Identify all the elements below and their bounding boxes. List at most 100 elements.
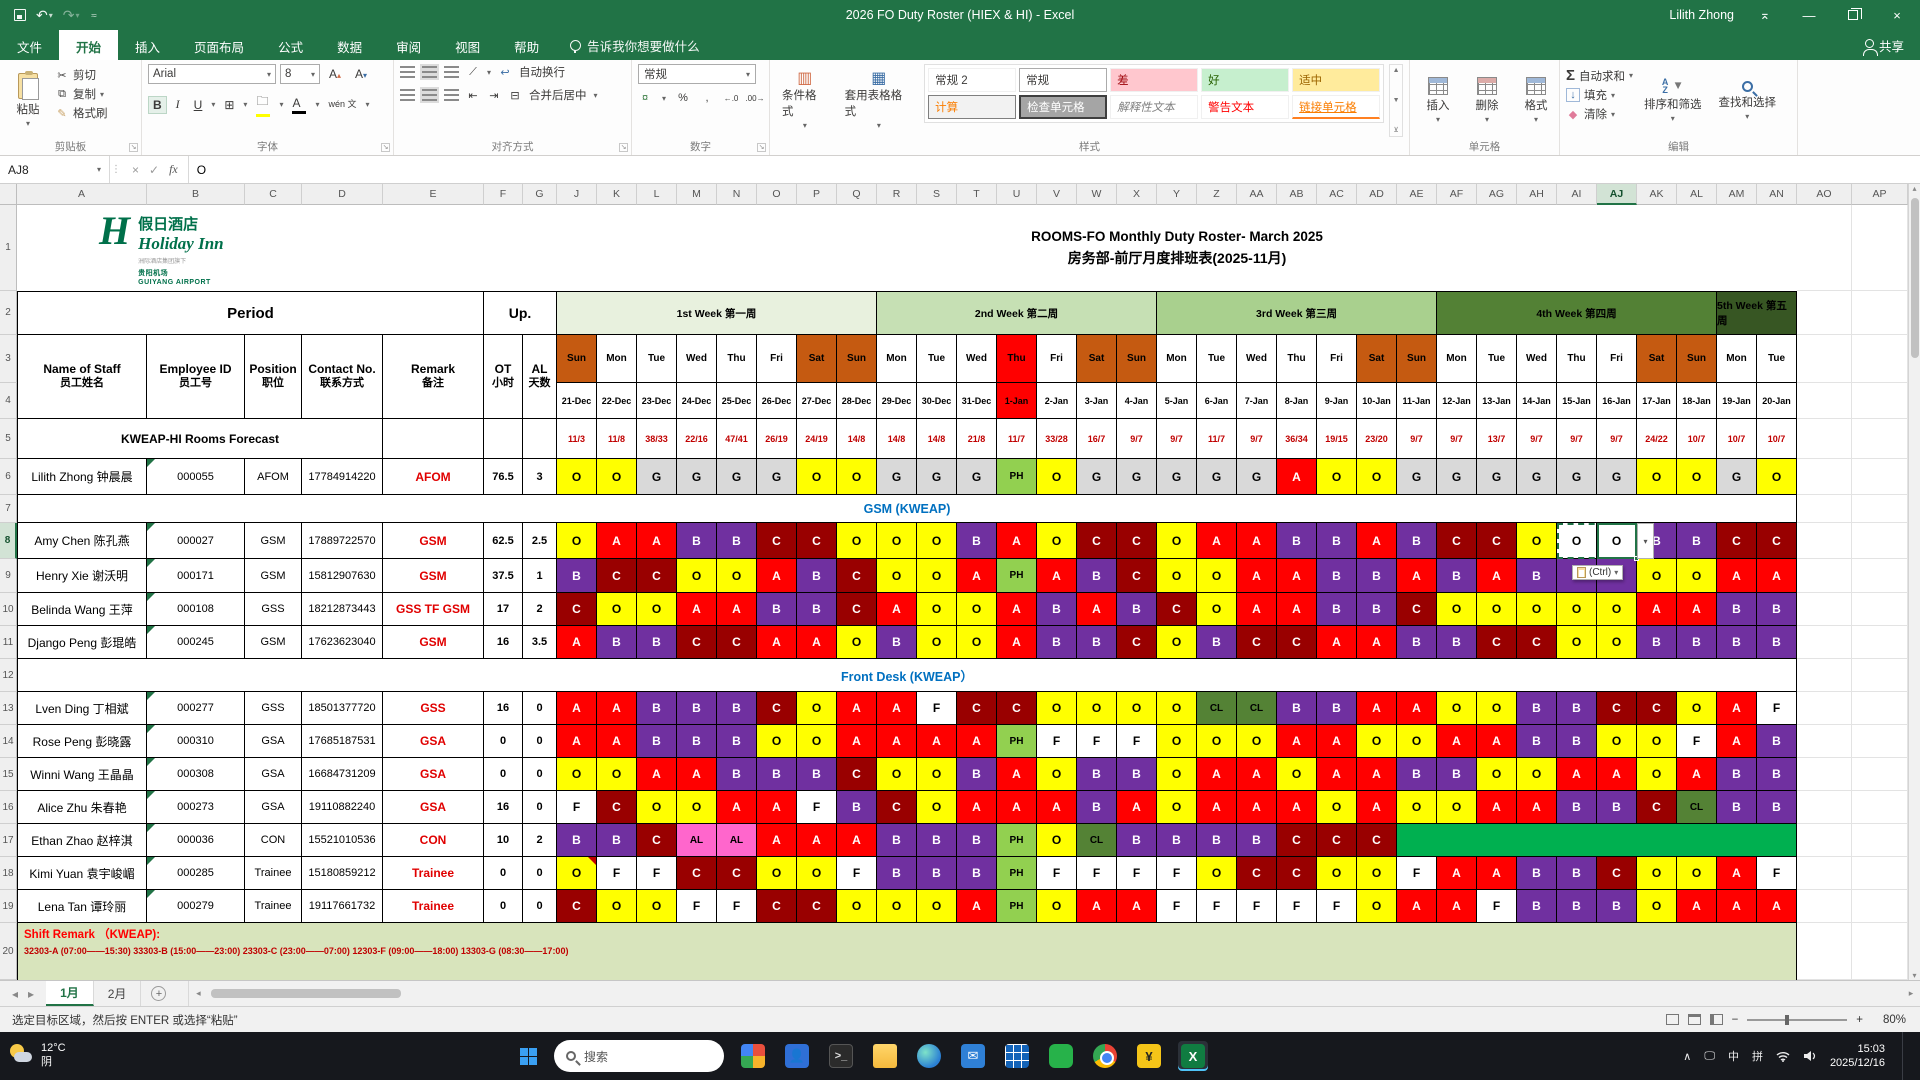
shift-cell[interactable]: O	[1037, 890, 1077, 923]
shift-cell[interactable]: B	[1717, 626, 1757, 659]
shift-cell[interactable]: A	[877, 692, 917, 725]
shift-cell[interactable]: O	[1157, 758, 1197, 791]
cell[interactable]	[1797, 523, 1852, 559]
tray-display-icon[interactable]: 🖵	[1704, 1050, 1715, 1063]
employee-id-cell[interactable]: 000055	[147, 459, 245, 495]
shift-cell[interactable]: O	[677, 791, 717, 824]
shift-cell[interactable]: G	[1157, 459, 1197, 495]
employee-id-cell[interactable]: 000273	[147, 791, 245, 824]
col-header-AM[interactable]: AM	[1717, 184, 1757, 205]
shift-cell[interactable]: PH	[997, 459, 1037, 495]
shift-cell[interactable]: B	[1077, 791, 1117, 824]
shift-cell[interactable]: O	[1637, 890, 1677, 923]
row-header-19[interactable]: 19	[0, 890, 17, 923]
shift-cell[interactable]: O	[1557, 593, 1597, 626]
shift-cell[interactable]: O	[917, 523, 957, 559]
format-cells-button[interactable]: 格式▾	[1514, 64, 1558, 137]
contact-cell[interactable]: 18212873443	[302, 593, 383, 626]
shift-cell[interactable]: C	[597, 559, 637, 593]
page-break-view-icon[interactable]	[1710, 1014, 1723, 1025]
shift-cell[interactable]: O	[1157, 692, 1197, 725]
shift-cell[interactable]: O	[1317, 857, 1357, 890]
paste-button[interactable]: 粘贴▾	[6, 64, 50, 137]
shift-cell[interactable]: B	[1757, 791, 1797, 824]
align-bottom-icon[interactable]	[444, 66, 459, 78]
shift-cell[interactable]: F	[1237, 890, 1277, 923]
employee-id-cell[interactable]: 000171	[147, 559, 245, 593]
cell[interactable]	[1852, 890, 1908, 923]
cell[interactable]	[1852, 495, 1908, 523]
staff-name-cell[interactable]: Django Peng 彭琨皓	[17, 626, 147, 659]
shift-cell[interactable]: O	[1157, 725, 1197, 758]
shift-cell[interactable]: C	[1637, 692, 1677, 725]
shift-cell[interactable]: A	[1237, 593, 1277, 626]
cell[interactable]	[1797, 419, 1852, 459]
shift-cell[interactable]: C	[1597, 692, 1637, 725]
al-cell[interactable]: 0	[523, 692, 557, 725]
shift-cell[interactable]: O	[1637, 758, 1677, 791]
shift-cell[interactable]: O	[957, 593, 997, 626]
shift-cell[interactable]: G	[1197, 459, 1237, 495]
shift-cell[interactable]: G	[1557, 459, 1597, 495]
tray-language-icon[interactable]: 中	[1728, 1048, 1739, 1064]
style-normal[interactable]: 常规	[1019, 68, 1107, 92]
shift-cell[interactable]: A	[1637, 593, 1677, 626]
al-cell[interactable]: 0	[523, 725, 557, 758]
tab-page-layout[interactable]: 页面布局	[177, 30, 261, 60]
cell[interactable]	[1797, 559, 1852, 593]
col-header-AN[interactable]: AN	[1757, 184, 1797, 205]
col-header-W[interactable]: W	[1077, 184, 1117, 205]
shift-cell[interactable]: O	[597, 593, 637, 626]
contacts-icon[interactable]: 👤	[782, 1041, 812, 1071]
shift-cell[interactable]: F	[1077, 857, 1117, 890]
cell[interactable]	[1852, 559, 1908, 593]
cell[interactable]	[1797, 495, 1852, 523]
col-header-O[interactable]: O	[757, 184, 797, 205]
shift-cell[interactable]: O	[1437, 692, 1477, 725]
cell[interactable]	[1852, 857, 1908, 890]
col-header-AC[interactable]: AC	[1317, 184, 1357, 205]
shift-cell[interactable]: B	[557, 559, 597, 593]
find-select-button[interactable]: 查找和选择▾	[1713, 64, 1783, 137]
contact-cell[interactable]: 16684731209	[302, 758, 383, 791]
employee-id-cell[interactable]: 000027	[147, 523, 245, 559]
clock[interactable]: 15:03 2025/12/16	[1830, 1042, 1885, 1071]
sheet-nav-right-icon[interactable]: ▸	[28, 987, 34, 1001]
sort-filter-button[interactable]: AZ▼ 排序和筛选▾	[1638, 64, 1708, 137]
shift-cell[interactable]: C	[837, 593, 877, 626]
shift-cell[interactable]: G	[877, 459, 917, 495]
shift-cell[interactable]: O	[1157, 559, 1197, 593]
increase-decimal-icon[interactable]: ←.0	[724, 91, 738, 105]
shift-cell[interactable]: C	[757, 692, 797, 725]
remark-cell[interactable]: GSS TF GSM	[383, 593, 484, 626]
shift-cell[interactable]: O	[1357, 890, 1397, 923]
cell[interactable]	[1852, 291, 1908, 335]
shift-cell[interactable]: CL	[1077, 824, 1117, 857]
row-header-3[interactable]: 3	[0, 335, 17, 383]
shift-cell[interactable]: G	[1077, 459, 1117, 495]
col-header-F[interactable]: F	[484, 184, 523, 205]
position-cell[interactable]: Trainee	[245, 857, 302, 890]
font-family-select[interactable]: Arial▾	[148, 64, 276, 84]
shift-cell[interactable]: A	[1237, 758, 1277, 791]
shift-cell[interactable]: B	[1757, 758, 1797, 791]
shift-cell[interactable]: B	[677, 523, 717, 559]
select-all-corner[interactable]	[0, 184, 17, 205]
shift-cell[interactable]: A	[1117, 890, 1157, 923]
shift-cell[interactable]: A	[1317, 725, 1357, 758]
row-header-13[interactable]: 13	[0, 692, 17, 725]
shift-cell[interactable]: B	[1397, 758, 1437, 791]
worksheet[interactable]: ABCDEFGJKLMNOPQRSTUVWXYZAAABACADAEAFAGAH…	[0, 184, 1908, 980]
col-header-AH[interactable]: AH	[1517, 184, 1557, 205]
shift-cell[interactable]: O	[1637, 559, 1677, 593]
cell[interactable]	[1797, 692, 1852, 725]
shift-cell[interactable]: A	[717, 593, 757, 626]
shift-cell[interactable]: C	[1237, 626, 1277, 659]
shift-cell[interactable]: A	[677, 593, 717, 626]
shift-cell[interactable]: O	[1037, 824, 1077, 857]
col-header-Q[interactable]: Q	[837, 184, 877, 205]
shift-cell[interactable]: O	[1197, 857, 1237, 890]
col-header-AG[interactable]: AG	[1477, 184, 1517, 205]
al-cell[interactable]: 0	[523, 890, 557, 923]
shift-cell[interactable]: PH	[997, 725, 1037, 758]
